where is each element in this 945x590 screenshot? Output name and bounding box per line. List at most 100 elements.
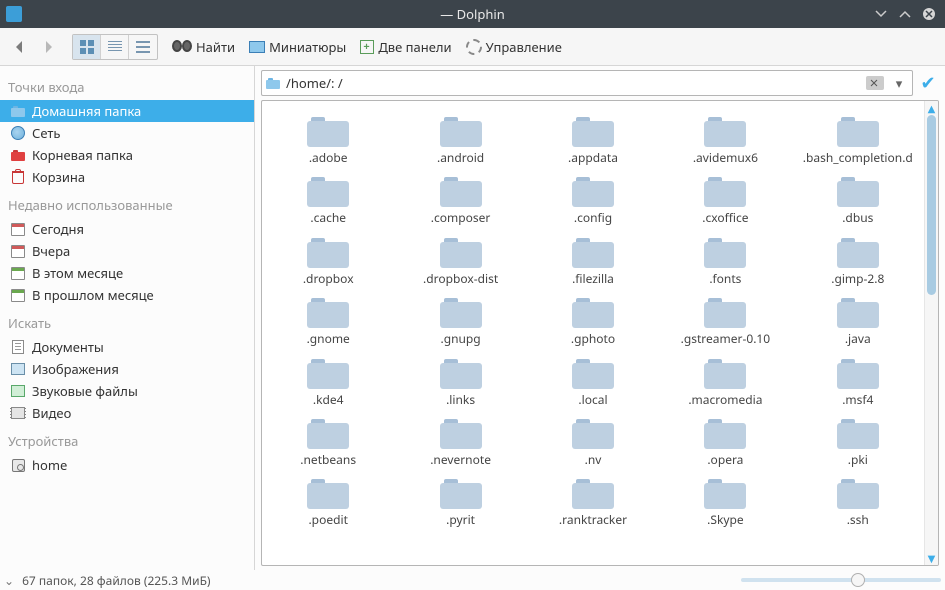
folder-item[interactable]: .nevernote [394, 413, 526, 473]
folder-item[interactable]: .Skype [659, 473, 791, 533]
sidebar-item[interactable]: Видео [0, 402, 254, 424]
sidebar-item[interactable]: Корзина [0, 166, 254, 188]
sidebar-item[interactable]: home [0, 454, 254, 476]
folder-item[interactable]: .ssh [792, 473, 924, 533]
folder-item[interactable]: .composer [394, 171, 526, 231]
file-name: .appdata [568, 151, 618, 165]
maximize-button[interactable] [895, 4, 915, 24]
folder-item[interactable]: .fonts [659, 232, 791, 292]
file-name: .filezilla [572, 272, 614, 286]
folder-icon [837, 359, 879, 389]
folder-item[interactable]: .pki [792, 413, 924, 473]
folder-item[interactable]: .avidemux6 [659, 111, 791, 171]
file-name: .bash_completion.d [803, 151, 913, 165]
close-button[interactable] [919, 4, 939, 24]
cal-green-icon [10, 287, 26, 303]
split-panels-button[interactable]: Две панели [356, 32, 455, 62]
file-name: .links [446, 393, 475, 407]
folder-icon [704, 117, 746, 147]
file-view[interactable]: .adobe.android .appdata .avidemux6 .bash_co… [262, 101, 924, 565]
window-title: — Dolphin [440, 5, 505, 23]
file-name: .avidemux6 [693, 151, 758, 165]
folder-icon [704, 479, 746, 509]
folder-item[interactable]: .msf4 [792, 353, 924, 413]
folder-item[interactable]: .dropbox [262, 232, 394, 292]
thumbnail-icon [249, 41, 265, 53]
folder-item[interactable]: .local [527, 353, 659, 413]
folder-item[interactable]: .gstreamer-0.10 [659, 292, 791, 352]
sidebar-item-label: Документы [32, 338, 104, 356]
thumbnails-button[interactable]: Миниатюры [245, 32, 350, 62]
folder-item[interactable]: .netbeans [262, 413, 394, 473]
sidebar-item[interactable]: Домашняя папка [0, 100, 254, 122]
sidebar-item[interactable]: Сегодня [0, 218, 254, 240]
details-view-button[interactable] [129, 35, 157, 59]
folder-item[interactable]: .adobe [262, 111, 394, 171]
zoom-thumb[interactable] [851, 573, 865, 587]
vid-icon [10, 405, 26, 421]
clear-location-button[interactable] [866, 76, 884, 90]
folder-item[interactable]: .nv [527, 413, 659, 473]
folder-icon [572, 298, 614, 328]
folder-item[interactable]: .ranktracker [527, 473, 659, 533]
icons-view-button[interactable] [73, 35, 101, 59]
folder-item[interactable]: .gnupg [394, 292, 526, 352]
location-dropdown-button[interactable]: ▾ [890, 74, 908, 92]
folder-item[interactable]: .cxoffice [659, 171, 791, 231]
sidebar-item[interactable]: Документы [0, 336, 254, 358]
folder-item[interactable]: .macromedia [659, 353, 791, 413]
folder-icon [307, 479, 349, 509]
sidebar-item[interactable]: Корневая папка [0, 144, 254, 166]
control-label: Управление [486, 38, 562, 56]
folder-item[interactable]: .gimp-2.8 [792, 232, 924, 292]
control-menu-button[interactable]: Управление [462, 32, 566, 62]
minimize-button[interactable] [871, 4, 891, 24]
doc-icon [10, 339, 26, 355]
panel-toggle-handle[interactable]: ⌄ [4, 572, 14, 589]
folder-icon [572, 238, 614, 268]
compact-view-button[interactable] [101, 35, 129, 59]
find-button[interactable]: Найти [168, 32, 239, 62]
folder-item[interactable]: .config [527, 171, 659, 231]
folder-item[interactable]: .opera [659, 413, 791, 473]
sidebar-item[interactable]: Изображения [0, 358, 254, 380]
cal-icon [10, 243, 26, 259]
folder-item[interactable]: .cache [262, 171, 394, 231]
folder-item[interactable]: .gphoto [527, 292, 659, 352]
scroll-up-button[interactable]: ▲ [925, 101, 938, 115]
vertical-scrollbar[interactable]: ▲ ▼ [924, 101, 938, 565]
location-field[interactable]: /home/: / ▾ [261, 70, 913, 96]
folder-item[interactable]: .bash_completion.d [792, 111, 924, 171]
scroll-down-button[interactable]: ▼ [925, 551, 938, 565]
folder-item[interactable]: .appdata [527, 111, 659, 171]
zoom-slider[interactable] [741, 578, 941, 582]
folder-icon [837, 177, 879, 207]
folder-item[interactable]: .links [394, 353, 526, 413]
folder-icon [704, 177, 746, 207]
sidebar-item[interactable]: В этом месяце [0, 262, 254, 284]
sidebar-item[interactable]: Вчера [0, 240, 254, 262]
folder-item[interactable]: .poedit [262, 473, 394, 533]
folder-icon [704, 298, 746, 328]
folder-icon [572, 177, 614, 207]
sidebar-item[interactable]: Сеть [0, 122, 254, 144]
folder-item[interactable]: .dbus [792, 171, 924, 231]
folder-item[interactable]: .java [792, 292, 924, 352]
sidebar-item[interactable]: Звуковые файлы [0, 380, 254, 402]
scroll-thumb[interactable] [927, 115, 936, 295]
sidebar-item[interactable]: В прошлом месяце [0, 284, 254, 306]
forward-button[interactable] [34, 32, 62, 62]
folder-item[interactable]: .pyrit [394, 473, 526, 533]
back-button[interactable] [6, 32, 34, 62]
app-icon [6, 6, 22, 22]
folder-icon [572, 117, 614, 147]
location-go-button[interactable]: ✔ [917, 72, 939, 94]
file-name: .java [845, 332, 871, 346]
file-name: .dbus [842, 211, 873, 225]
folder-item[interactable]: .android [394, 111, 526, 171]
folder-icon [572, 419, 614, 449]
folder-item[interactable]: .kde4 [262, 353, 394, 413]
folder-item[interactable]: .gnome [262, 292, 394, 352]
folder-item[interactable]: .dropbox-dist [394, 232, 526, 292]
folder-item[interactable]: .filezilla [527, 232, 659, 292]
